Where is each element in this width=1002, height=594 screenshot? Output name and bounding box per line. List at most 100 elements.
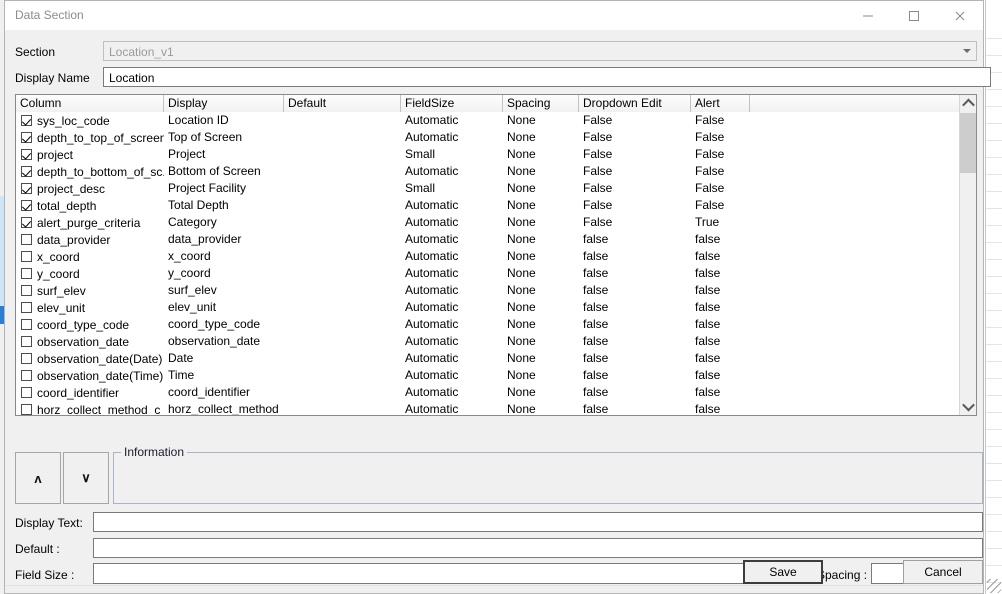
table-cell-fieldsize[interactable]: Automatic [401,401,503,415]
row-checkbox[interactable] [21,387,32,398]
table-cell-dropdown_edit[interactable]: False [579,163,691,180]
row-checkbox[interactable] [21,285,32,296]
table-cell-spacing[interactable]: None [503,333,579,350]
table-cell-dropdown_edit[interactable]: False [579,129,691,146]
grid-column-header[interactable]: FieldSize [401,95,503,112]
close-button[interactable] [937,1,983,30]
table-cell-default[interactable] [284,146,401,163]
table-cell-dropdown_edit[interactable]: False [579,214,691,231]
table-cell-column[interactable]: data_provider [16,231,164,248]
table-cell-alert[interactable]: false [691,367,750,384]
table-cell-dropdown_edit[interactable]: false [579,299,691,316]
table-cell-alert[interactable]: False [691,146,750,163]
table-row[interactable]: surf_elevsurf_elevAutomaticNonefalsefals… [16,282,959,299]
table-row[interactable]: projectProjectSmallNoneFalseFalse [16,146,959,163]
table-cell-default[interactable] [284,350,401,367]
table-cell-spacing[interactable]: None [503,163,579,180]
table-row[interactable]: total_depthTotal DepthAutomaticNoneFalse… [16,197,959,214]
row-checkbox[interactable] [21,353,32,364]
table-cell-spacing[interactable]: None [503,146,579,163]
table-cell-dropdown_edit[interactable]: false [579,231,691,248]
maximize-button[interactable] [891,1,937,30]
table-cell-alert[interactable]: false [691,282,750,299]
table-cell-display[interactable]: Date [164,350,284,367]
table-cell-fieldsize[interactable]: Automatic [401,197,503,214]
table-cell-spacing[interactable]: None [503,180,579,197]
table-cell-default[interactable] [284,316,401,333]
table-cell-display[interactable]: horz_collect_method [164,401,284,415]
table-cell-column[interactable]: observation_date(Date) [16,350,164,367]
table-cell-fieldsize[interactable]: Automatic [401,112,503,129]
table-cell-alert[interactable]: false [691,350,750,367]
table-cell-fieldsize[interactable]: Automatic [401,163,503,180]
table-row[interactable]: x_coordx_coordAutomaticNonefalsefalse [16,248,959,265]
table-cell-column[interactable]: x_coord [16,248,164,265]
row-checkbox[interactable] [21,370,32,381]
table-cell-alert[interactable]: false [691,384,750,401]
field-size-dropdown[interactable] [93,563,809,584]
table-cell-column[interactable]: sys_loc_code [16,112,164,129]
table-cell-display[interactable]: surf_elev [164,282,284,299]
table-row[interactable]: elev_unitelev_unitAutomaticNonefalsefals… [16,299,959,316]
table-cell-dropdown_edit[interactable]: false [579,265,691,282]
table-cell-display[interactable]: observation_date [164,333,284,350]
table-cell-spacing[interactable]: None [503,299,579,316]
table-row[interactable]: project_descProject Facility SmallNoneFal… [16,180,959,197]
table-cell-alert[interactable]: False [691,163,750,180]
display-text-input[interactable] [93,512,983,532]
row-checkbox[interactable] [21,200,32,211]
table-cell-fieldsize[interactable]: Automatic [401,214,503,231]
table-cell-dropdown_edit[interactable]: false [579,367,691,384]
default-input[interactable] [93,538,983,558]
table-cell-dropdown_edit[interactable]: false [579,248,691,265]
table-cell-spacing[interactable]: None [503,112,579,129]
table-cell-spacing[interactable]: None [503,248,579,265]
table-row[interactable]: coord_type_codecoord_type_codeAutomaticN… [16,316,959,333]
table-cell-spacing[interactable]: None [503,214,579,231]
table-cell-dropdown_edit[interactable]: false [579,333,691,350]
table-cell-fieldsize[interactable]: Automatic [401,384,503,401]
table-cell-fieldsize[interactable]: Small [401,180,503,197]
minimize-button[interactable] [845,1,891,30]
table-cell-display[interactable]: Bottom of Screen [164,163,284,180]
table-cell-fieldsize[interactable]: Automatic [401,282,503,299]
table-cell-default[interactable] [284,163,401,180]
table-cell-fieldsize[interactable]: Automatic [401,333,503,350]
table-cell-default[interactable] [284,384,401,401]
table-cell-display[interactable]: Total Depth [164,197,284,214]
table-cell-fieldsize[interactable]: Automatic [401,350,503,367]
table-cell-column[interactable]: observation_date(Time) [16,367,164,384]
table-cell-dropdown_edit[interactable]: False [579,146,691,163]
table-cell-column[interactable]: horz_collect_method_c [16,401,164,415]
table-cell-default[interactable] [284,367,401,384]
table-cell-alert[interactable]: False [691,129,750,146]
table-cell-default[interactable] [284,112,401,129]
table-cell-column[interactable]: alert_purge_criteria [16,214,164,231]
row-checkbox[interactable] [21,268,32,279]
row-checkbox[interactable] [21,234,32,245]
move-down-button[interactable]: ∨ [63,452,109,504]
table-cell-dropdown_edit[interactable]: False [579,180,691,197]
table-cell-default[interactable] [284,231,401,248]
table-cell-spacing[interactable]: None [503,384,579,401]
table-row[interactable]: alert_purge_criteriaCategoryAutomaticNon… [16,214,959,231]
table-cell-display[interactable]: Project Facility [164,180,284,197]
grid-column-header[interactable]: Column [16,95,164,112]
table-cell-fieldsize[interactable]: Automatic [401,265,503,282]
table-cell-dropdown_edit[interactable]: false [579,384,691,401]
table-cell-dropdown_edit[interactable]: false [579,350,691,367]
table-cell-alert[interactable]: false [691,248,750,265]
section-dropdown[interactable]: Location_v1 [103,41,977,61]
table-cell-dropdown_edit[interactable]: False [579,112,691,129]
table-cell-default[interactable] [284,401,401,415]
table-cell-column[interactable]: y_coord [16,265,164,282]
table-cell-dropdown_edit[interactable]: False [579,197,691,214]
table-cell-display[interactable]: Project [164,146,284,163]
grid-column-header[interactable]: Dropdown Edit [579,95,691,112]
row-checkbox[interactable] [21,132,32,143]
table-cell-default[interactable] [284,265,401,282]
table-cell-display[interactable]: elev_unit [164,299,284,316]
table-cell-column[interactable]: surf_elev [16,282,164,299]
table-cell-column[interactable]: project_desc [16,180,164,197]
save-button[interactable]: Save [743,560,823,584]
